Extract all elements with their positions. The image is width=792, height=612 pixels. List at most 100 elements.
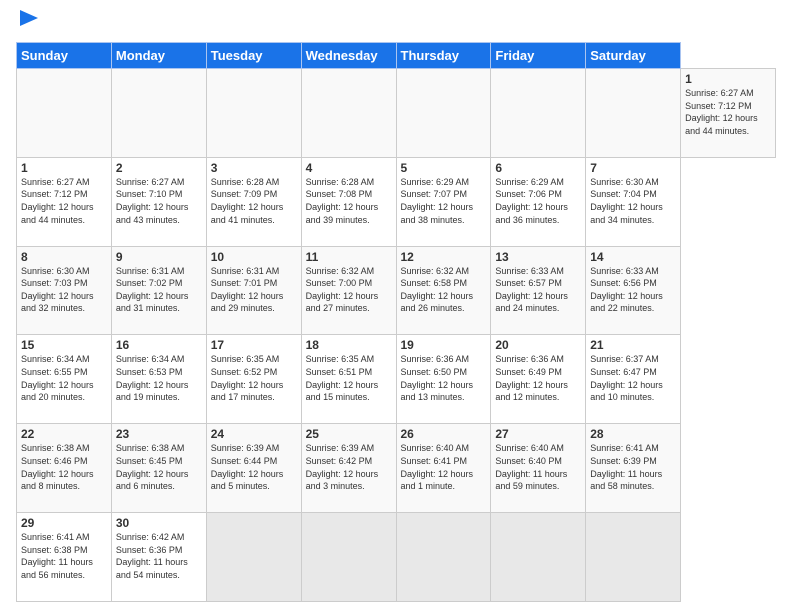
calendar-cell: 1Sunrise: 6:27 AMSunset: 7:12 PMDaylight…: [17, 157, 112, 246]
sunrise-text: Sunrise: 6:39 AM: [306, 443, 375, 453]
sunset-text: Sunset: 7:04 PM: [590, 189, 657, 199]
daylight-text: Daylight: 12 hours and 15 minutes.: [306, 380, 379, 403]
calendar-cell: 4Sunrise: 6:28 AMSunset: 7:08 PMDaylight…: [301, 157, 396, 246]
calendar-week-row: 15Sunrise: 6:34 AMSunset: 6:55 PMDayligh…: [17, 335, 776, 424]
calendar-cell: [586, 513, 681, 602]
calendar-cell: 30Sunrise: 6:42 AMSunset: 6:36 PMDayligh…: [111, 513, 206, 602]
sunrise-text: Sunrise: 6:36 AM: [401, 354, 470, 364]
sunrise-text: Sunrise: 6:35 AM: [306, 354, 375, 364]
calendar-cell: 10Sunrise: 6:31 AMSunset: 7:01 PMDayligh…: [206, 246, 301, 335]
day-info: Sunrise: 6:30 AMSunset: 7:04 PMDaylight:…: [590, 176, 676, 226]
sunset-text: Sunset: 6:39 PM: [590, 456, 657, 466]
day-number: 2: [116, 161, 202, 175]
daylight-text: Daylight: 12 hours and 20 minutes.: [21, 380, 94, 403]
calendar-table: SundayMondayTuesdayWednesdayThursdayFrid…: [16, 42, 776, 602]
day-info: Sunrise: 6:34 AMSunset: 6:55 PMDaylight:…: [21, 353, 107, 403]
day-info: Sunrise: 6:27 AMSunset: 7:10 PMDaylight:…: [116, 176, 202, 226]
day-info: Sunrise: 6:32 AMSunset: 7:00 PMDaylight:…: [306, 265, 392, 315]
sunset-text: Sunset: 7:02 PM: [116, 278, 183, 288]
calendar-cell: [491, 69, 586, 158]
calendar-cell: [301, 513, 396, 602]
daylight-text: Daylight: 12 hours and 8 minutes.: [21, 469, 94, 492]
calendar-cell: 14Sunrise: 6:33 AMSunset: 6:56 PMDayligh…: [586, 246, 681, 335]
sunrise-text: Sunrise: 6:32 AM: [401, 266, 470, 276]
daylight-text: Daylight: 12 hours and 1 minute.: [401, 469, 474, 492]
calendar-week-row: 22 Sunrise: 6:38 AM Sunset: 6:46 PM Dayligh…: [17, 424, 776, 513]
calendar-week-row: 1Sunrise: 6:27 AMSunset: 7:12 PMDaylight…: [17, 157, 776, 246]
logo: [16, 12, 40, 34]
sunset-text: Sunset: 6:47 PM: [590, 367, 657, 377]
daylight-text: Daylight: 12 hours and 29 minutes.: [211, 291, 284, 314]
day-number: 18: [306, 338, 392, 352]
daylight-text: Daylight: 11 hours and 54 minutes.: [116, 557, 188, 580]
sunset-text: Sunset: 6:52 PM: [211, 367, 278, 377]
sunset-text: Sunset: 7:10 PM: [116, 189, 183, 199]
daylight-text: Daylight: 12 hours and 19 minutes.: [116, 380, 189, 403]
day-info: Sunrise: 6:40 AMSunset: 6:41 PMDaylight:…: [401, 442, 487, 492]
header: [16, 12, 776, 34]
daylight-text: Daylight: 12 hours and 44 minutes.: [685, 113, 758, 136]
sunrise-text: Sunrise: 6:29 AM: [495, 177, 564, 187]
sunset-text: Sunset: 6:57 PM: [495, 278, 562, 288]
day-info: Sunrise: 6:39 AMSunset: 6:42 PMDaylight:…: [306, 442, 392, 492]
calendar-week-row: 8Sunrise: 6:30 AMSunset: 7:03 PMDaylight…: [17, 246, 776, 335]
sunset-text: Sunset: 7:06 PM: [495, 189, 562, 199]
daylight-text: Daylight: 12 hours and 36 minutes.: [495, 202, 568, 225]
calendar-week-row: 29Sunrise: 6:41 AMSunset: 6:38 PMDayligh…: [17, 513, 776, 602]
calendar-cell: 26Sunrise: 6:40 AMSunset: 6:41 PMDayligh…: [396, 424, 491, 513]
sunrise-text: Sunrise: 6:31 AM: [211, 266, 280, 276]
day-number: 9: [116, 250, 202, 264]
sunrise-text: Sunrise: 6:41 AM: [21, 532, 90, 542]
day-number: 25: [306, 427, 392, 441]
sunset-text: Sunset: 7:12 PM: [21, 189, 88, 199]
day-number: 12: [401, 250, 487, 264]
daylight-text: Daylight: 12 hours and 5 minutes.: [211, 469, 284, 492]
sunrise-text: Sunrise: 6:29 AM: [401, 177, 470, 187]
sunrise-text: Sunrise: 6:33 AM: [495, 266, 564, 276]
day-info: Sunrise: 6:38 AMSunset: 6:45 PMDaylight:…: [116, 442, 202, 492]
sunrise-text: Sunrise: 6:27 AM: [21, 177, 90, 187]
day-number: 22: [21, 427, 107, 441]
day-info: Sunrise: 6:41 AMSunset: 6:39 PMDaylight:…: [590, 442, 676, 492]
calendar-cell: 13Sunrise: 6:33 AMSunset: 6:57 PMDayligh…: [491, 246, 586, 335]
calendar-cell: [206, 69, 301, 158]
weekday-header: Monday: [111, 43, 206, 69]
calendar-cell: 15Sunrise: 6:34 AMSunset: 6:55 PMDayligh…: [17, 335, 112, 424]
calendar-cell: 21Sunrise: 6:37 AMSunset: 6:47 PMDayligh…: [586, 335, 681, 424]
day-info: Sunrise: 6:36 AM Sunset: 6:50 PM Daylight:…: [401, 353, 487, 403]
day-info: Sunrise: 6:32 AMSunset: 6:58 PMDaylight:…: [401, 265, 487, 315]
sunset-text: Sunset: 7:03 PM: [21, 278, 88, 288]
sunset-text: Sunset: 6:56 PM: [590, 278, 657, 288]
day-number: 24: [211, 427, 297, 441]
calendar-cell: 5Sunrise: 6:29 AMSunset: 7:07 PMDaylight…: [396, 157, 491, 246]
day-info: Sunrise: 6:28 AMSunset: 7:09 PMDaylight:…: [211, 176, 297, 226]
sunrise-text: Sunrise: 6:36 AM: [495, 354, 564, 364]
day-info: Sunrise: 6:38 AM Sunset: 6:46 PM Daylight:…: [21, 442, 107, 492]
day-info: Sunrise: 6:29 AMSunset: 7:07 PMDaylight:…: [401, 176, 487, 226]
day-number: 8: [21, 250, 107, 264]
day-number: 10: [211, 250, 297, 264]
calendar-cell: [206, 513, 301, 602]
daylight-text: Daylight: 12 hours and 13 minutes.: [401, 380, 474, 403]
sunset-text: Sunset: 7:08 PM: [306, 189, 373, 199]
calendar-cell: [491, 513, 586, 602]
sunrise-text: Sunrise: 6:42 AM: [116, 532, 185, 542]
logo-icon: [18, 8, 40, 34]
sunrise-text: Sunrise: 6:38 AM: [21, 443, 90, 453]
day-info: Sunrise: 6:30 AMSunset: 7:03 PMDaylight:…: [21, 265, 107, 315]
daylight-text: Daylight: 12 hours and 38 minutes.: [401, 202, 474, 225]
sunrise-text: Sunrise: 6:40 AM: [401, 443, 470, 453]
day-number: 13: [495, 250, 581, 264]
daylight-text: Daylight: 11 hours and 58 minutes.: [590, 469, 662, 492]
daylight-text: Daylight: 12 hours and 12 minutes.: [495, 380, 568, 403]
sunset-text: Sunset: 6:50 PM: [401, 367, 468, 377]
day-number: 15: [21, 338, 107, 352]
weekday-header: Sunday: [17, 43, 112, 69]
sunrise-text: Sunrise: 6:35 AM: [211, 354, 280, 364]
weekday-header: Friday: [491, 43, 586, 69]
weekday-header: Tuesday: [206, 43, 301, 69]
calendar-cell: 29Sunrise: 6:41 AMSunset: 6:38 PMDayligh…: [17, 513, 112, 602]
sunrise-text: Sunrise: 6:31 AM: [116, 266, 185, 276]
calendar-cell: [17, 69, 112, 158]
sunset-text: Sunset: 6:46 PM: [21, 456, 88, 466]
